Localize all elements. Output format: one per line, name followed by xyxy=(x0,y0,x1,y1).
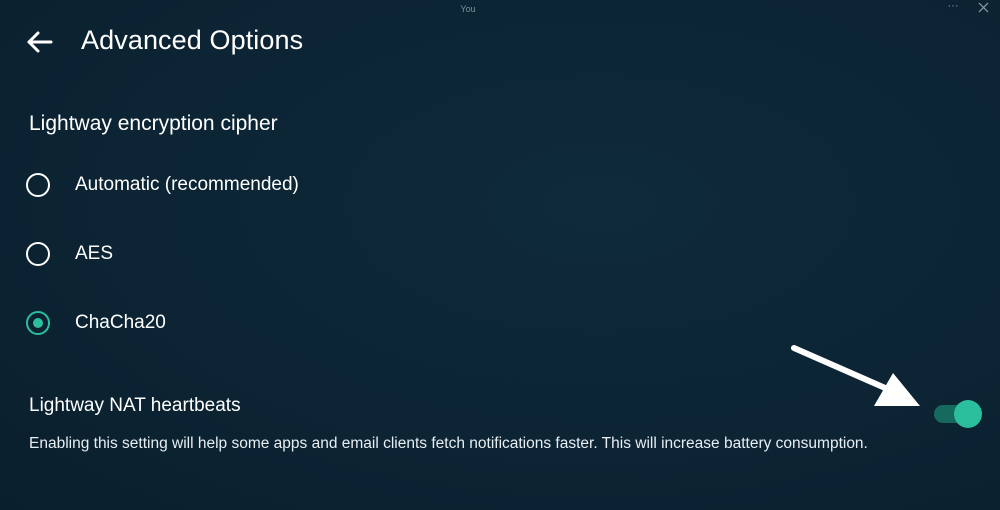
page-title: Advanced Options xyxy=(81,25,304,55)
pointer-arrow-icon xyxy=(780,335,940,415)
radio-option-chacha20[interactable]: ChaCha20 xyxy=(22,306,362,346)
more-horizontal-icon[interactable]: ··· xyxy=(944,0,962,14)
cipher-section-heading: Lightway encryption cipher xyxy=(29,112,278,135)
close-icon[interactable] xyxy=(974,0,992,16)
back-arrow-icon xyxy=(27,31,53,53)
nat-heartbeats-description: Enabling this setting will help some app… xyxy=(29,435,868,452)
back-button[interactable] xyxy=(22,26,58,58)
radio-unchecked-icon[interactable] xyxy=(26,242,50,266)
radio-option-label: ChaCha20 xyxy=(75,312,166,333)
radio-option-aes[interactable]: AES xyxy=(22,237,362,277)
toggle-thumb xyxy=(954,400,982,428)
radio-unchecked-icon[interactable] xyxy=(26,173,50,197)
radio-option-label: Automatic (recommended) xyxy=(75,174,299,195)
window-title: You xyxy=(460,4,476,14)
radio-option-automatic[interactable]: Automatic (recommended) xyxy=(22,168,362,208)
window-titlebar: You ··· xyxy=(0,0,1000,18)
nat-heartbeats-toggle[interactable] xyxy=(932,400,984,428)
radio-option-label: AES xyxy=(75,243,114,264)
radio-selected-dot xyxy=(32,317,43,328)
radio-checked-icon[interactable] xyxy=(26,311,50,335)
nat-heartbeats-title: Lightway NAT heartbeats xyxy=(29,395,241,416)
